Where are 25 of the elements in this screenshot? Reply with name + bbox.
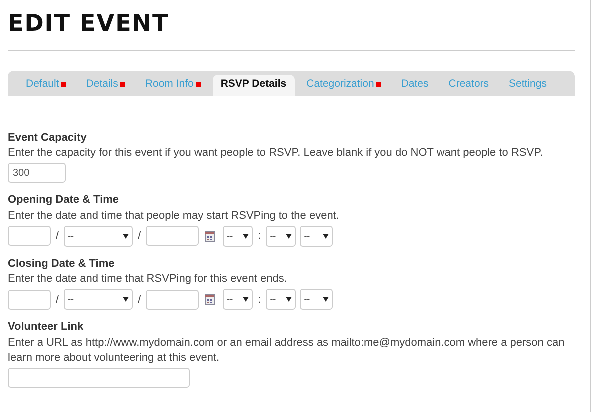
field-label: Opening Date & Time bbox=[8, 193, 120, 208]
separator: : bbox=[258, 292, 262, 308]
separator: / bbox=[138, 229, 142, 244]
capacity-field[interactable]: 300 bbox=[8, 163, 66, 184]
dropdown[interactable]: -- bbox=[64, 226, 134, 247]
help-text: Enter the capacity for this event if you want people to RSVP. Leave blank if you do NOT want people to RSVP. bbox=[8, 146, 544, 162]
dropdown[interactable]: -- bbox=[266, 226, 296, 247]
separator: : bbox=[258, 229, 262, 244]
help-text: Enter a URL as http://www.mydomain.com or an email address as mailto:me@mydomain.com where a person can learn more about volunteering at this event. bbox=[8, 336, 566, 366]
dropdown[interactable]: -- bbox=[300, 226, 334, 247]
tab[interactable]: RSVP Details bbox=[212, 75, 295, 96]
dropdown[interactable]: -- bbox=[300, 289, 334, 310]
field-label: Event Capacity bbox=[8, 130, 88, 146]
help-text: Enter the date and time that people may start RSVPing to the event. bbox=[8, 208, 340, 224]
dropdown[interactable]: -- bbox=[223, 226, 254, 247]
field-label: Closing Date & Time bbox=[8, 256, 116, 272]
dropdown[interactable]: -- bbox=[266, 289, 296, 310]
dropdown[interactable]: -- bbox=[223, 289, 254, 310]
separator: / bbox=[138, 292, 142, 308]
separator: / bbox=[56, 292, 60, 308]
separator: / bbox=[56, 229, 60, 244]
field-label: Volunteer Link bbox=[8, 320, 85, 336]
page-title: EDIT EVENT bbox=[8, 10, 170, 39]
dropdown[interactable]: -- bbox=[64, 289, 134, 310]
help-text: Enter the date and time that RSVPing for this event ends. bbox=[8, 272, 288, 288]
